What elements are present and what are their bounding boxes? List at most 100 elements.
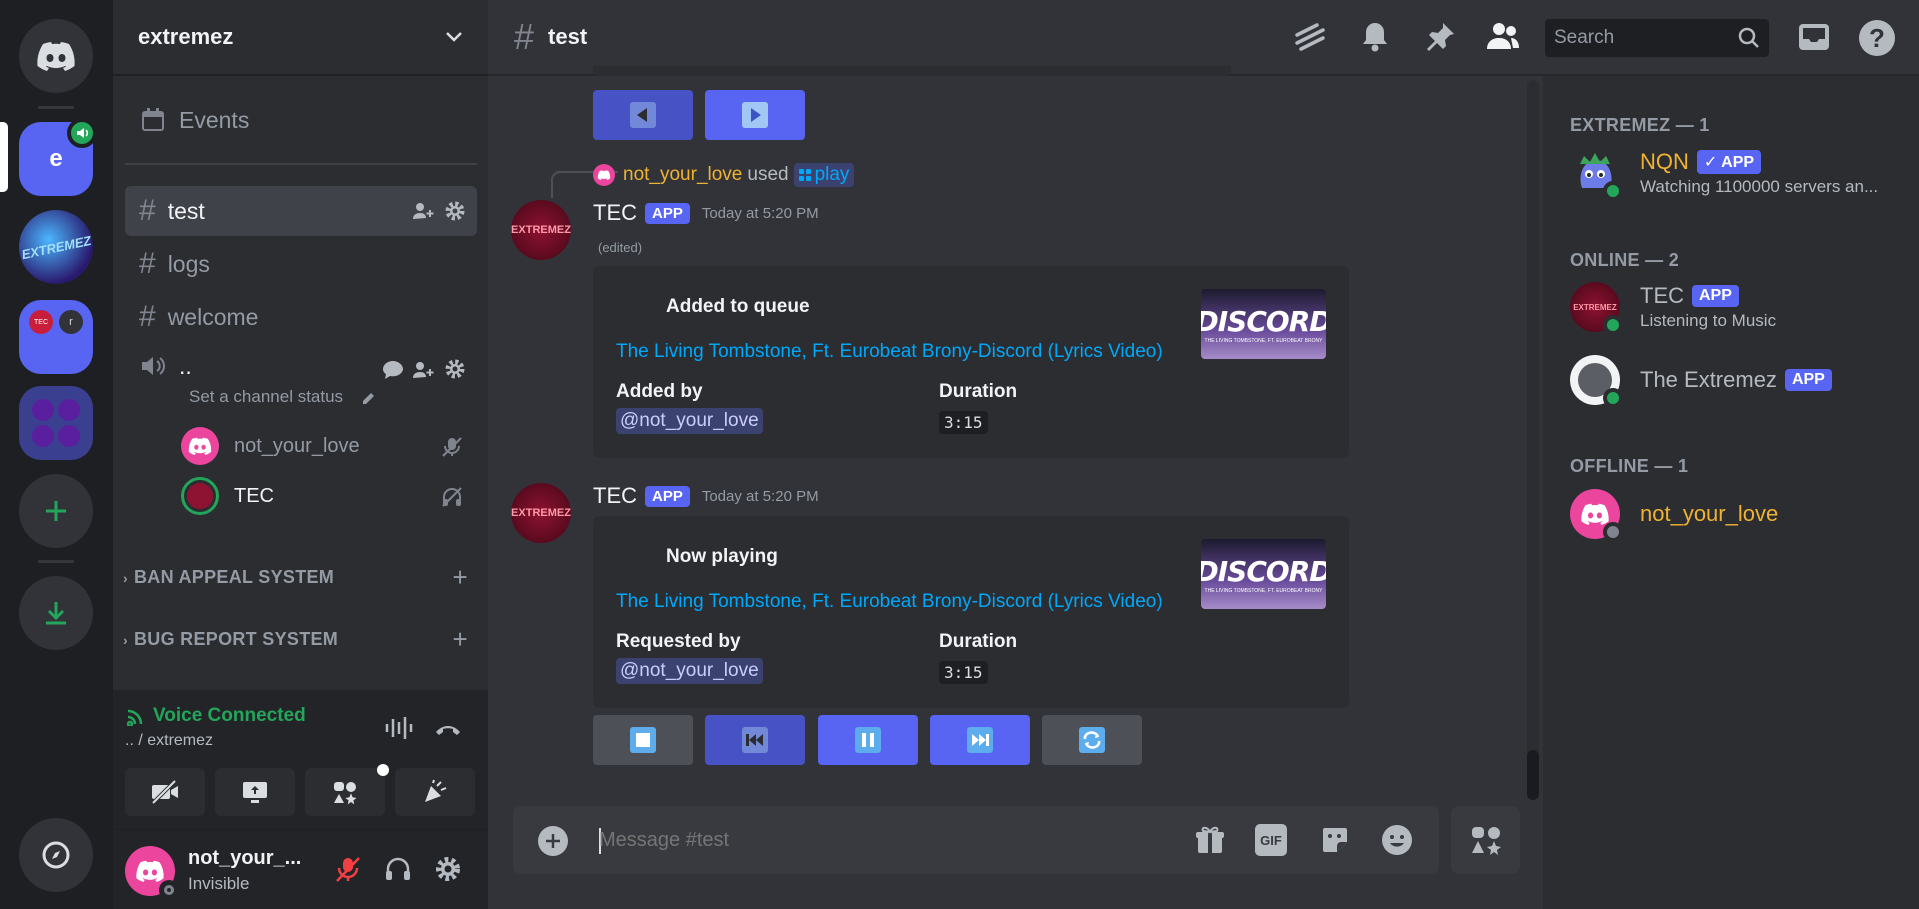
gear-icon[interactable] xyxy=(443,357,467,381)
gift-icon[interactable] xyxy=(1194,824,1226,856)
member-list-icon[interactable] xyxy=(1485,21,1521,53)
scrollbar-thumb[interactable] xyxy=(1527,750,1539,800)
download-apps-button[interactable] xyxy=(19,576,93,650)
timestamp: Today at 5:20 PM xyxy=(701,204,819,222)
next-page-button[interactable] xyxy=(705,90,805,140)
message-input[interactable] xyxy=(599,822,1159,858)
server-folder-tec[interactable]: TEC r xyxy=(19,300,93,374)
pencil-icon xyxy=(363,393,374,404)
user-mention[interactable]: @not_your_love xyxy=(616,658,763,684)
channel-test[interactable]: # test xyxy=(125,186,477,236)
discover-button[interactable] xyxy=(19,818,93,892)
add-member-icon[interactable] xyxy=(411,200,435,222)
chevron-right-icon: › xyxy=(123,569,128,586)
slash-command[interactable]: play xyxy=(793,163,855,187)
message-author[interactable]: TEC xyxy=(593,483,637,509)
channel-label: welcome xyxy=(167,303,259,330)
gif-icon[interactable]: GIF xyxy=(1255,824,1287,856)
guild-header[interactable]: extremez xyxy=(113,0,488,76)
avatar xyxy=(1570,355,1623,408)
notification-dot xyxy=(377,764,389,776)
scrollbar-track[interactable] xyxy=(1527,80,1539,800)
chevron-down-icon xyxy=(446,32,462,42)
headphones-icon[interactable] xyxy=(383,854,413,884)
voice-channel[interactable]: .. Set a channel status xyxy=(125,345,477,415)
screenshare-button[interactable] xyxy=(215,768,295,816)
online-status-icon xyxy=(1603,388,1623,408)
track-link[interactable]: The Living Tombstone, Ft. Eurobeat Brony… xyxy=(616,591,1163,613)
avatar[interactable]: EXTREMEZ xyxy=(511,200,571,260)
voice-location[interactable]: .. / extremez xyxy=(125,732,213,750)
next-track-button[interactable] xyxy=(930,715,1030,765)
embed-title: Added to queue xyxy=(666,296,810,317)
voice-connected-row[interactable]: Voice Connected xyxy=(125,705,306,727)
track-thumbnail[interactable]: DISCORD THE LIVING TOMBSTONE, FT. EUROBE… xyxy=(1201,289,1326,359)
soundboard-button[interactable] xyxy=(395,768,475,816)
avatar[interactable]: EXTREMEZ xyxy=(511,483,571,543)
voice-user[interactable]: not_your_love xyxy=(181,427,360,465)
gear-icon[interactable] xyxy=(433,854,463,884)
channel-status-prompt[interactable]: Set a channel status xyxy=(189,387,343,407)
noise-suppression-icon[interactable] xyxy=(384,715,414,741)
threads-icon[interactable] xyxy=(1293,21,1327,55)
add-channel-icon[interactable]: + xyxy=(453,624,468,655)
add-server-button[interactable] xyxy=(19,474,93,548)
bell-icon[interactable] xyxy=(1360,20,1390,54)
member-row[interactable]: NQN ✓ APP Watching 1100000 servers an... xyxy=(1570,148,1878,201)
avatar[interactable] xyxy=(125,846,179,900)
home-button[interactable] xyxy=(19,19,93,93)
hash-icon: # xyxy=(139,247,156,280)
chat-bubble-icon[interactable] xyxy=(381,359,405,381)
message-author[interactable]: TEC xyxy=(593,200,637,226)
server-the-extremez[interactable]: EXTREMEZ xyxy=(19,210,93,284)
category-bug-report[interactable]: › BUG REPORT SYSTEM + xyxy=(123,624,478,654)
mic-muted-icon[interactable] xyxy=(333,854,363,884)
loop-button[interactable] xyxy=(1042,715,1142,765)
channel-welcome[interactable]: # welcome xyxy=(125,292,477,342)
add-member-icon[interactable] xyxy=(411,359,435,381)
attach-button[interactable] xyxy=(538,826,568,856)
member-row[interactable]: EXTREMEZ TEC APP Listening to Music xyxy=(1570,282,1777,335)
server-letter: e xyxy=(49,145,63,172)
user-mention[interactable]: @not_your_love xyxy=(616,408,763,434)
member-row[interactable]: The Extremez APP xyxy=(1570,355,1832,408)
member-row[interactable]: not_your_love xyxy=(1570,489,1778,542)
voice-connected-title: Voice Connected xyxy=(153,705,306,726)
member-activity: Listening to Music xyxy=(1640,311,1777,330)
activities-icon xyxy=(334,782,357,805)
disconnect-icon[interactable] xyxy=(433,720,463,740)
pause-button[interactable] xyxy=(818,715,918,765)
previous-track-button[interactable] xyxy=(705,715,805,765)
message-composer: GIF xyxy=(513,806,1439,874)
pin-icon[interactable] xyxy=(1423,20,1457,54)
sticker-icon[interactable] xyxy=(1319,824,1351,856)
voice-status-panel: Voice Connected .. / extremez xyxy=(113,690,488,830)
category-ban-appeal[interactable]: › BAN APPEAL SYSTEM + xyxy=(123,562,478,592)
stop-button[interactable] xyxy=(593,715,693,765)
search-box[interactable]: Search xyxy=(1545,19,1769,57)
track-link[interactable]: The Living Tombstone, Ft. Eurobeat Brony… xyxy=(616,341,1163,363)
gear-icon[interactable] xyxy=(443,199,467,223)
repeat-icon xyxy=(1079,727,1105,753)
user-panel: not_your_... Invisible xyxy=(113,830,488,909)
user-name[interactable]: not_your_... xyxy=(188,847,301,870)
discord-logo-icon xyxy=(597,170,611,180)
voice-user[interactable]: TEC xyxy=(181,477,274,515)
interaction-user[interactable]: not_your_love xyxy=(623,164,742,186)
speaker-icon xyxy=(142,357,165,375)
channel-logs[interactable]: # logs xyxy=(125,239,477,289)
help-icon[interactable]: ? xyxy=(1859,20,1895,56)
server-folder-purple[interactable] xyxy=(19,386,93,460)
apps-button[interactable] xyxy=(1451,806,1520,874)
camera-button[interactable] xyxy=(125,768,205,816)
previous-page-button[interactable] xyxy=(593,90,693,140)
events-link[interactable]: Events xyxy=(125,95,477,145)
track-thumbnail[interactable]: DISCORD THE LIVING TOMBSTONE, FT. EUROBE… xyxy=(1201,539,1326,609)
emoji-icon[interactable] xyxy=(1380,823,1414,857)
inbox-icon[interactable] xyxy=(1797,22,1831,52)
previous-embed-bottom xyxy=(593,66,1231,76)
server-extremez[interactable]: e xyxy=(19,118,97,196)
duration-value: 3:15 xyxy=(939,661,988,684)
activities-button[interactable] xyxy=(305,764,389,816)
add-channel-icon[interactable]: + xyxy=(453,562,468,593)
